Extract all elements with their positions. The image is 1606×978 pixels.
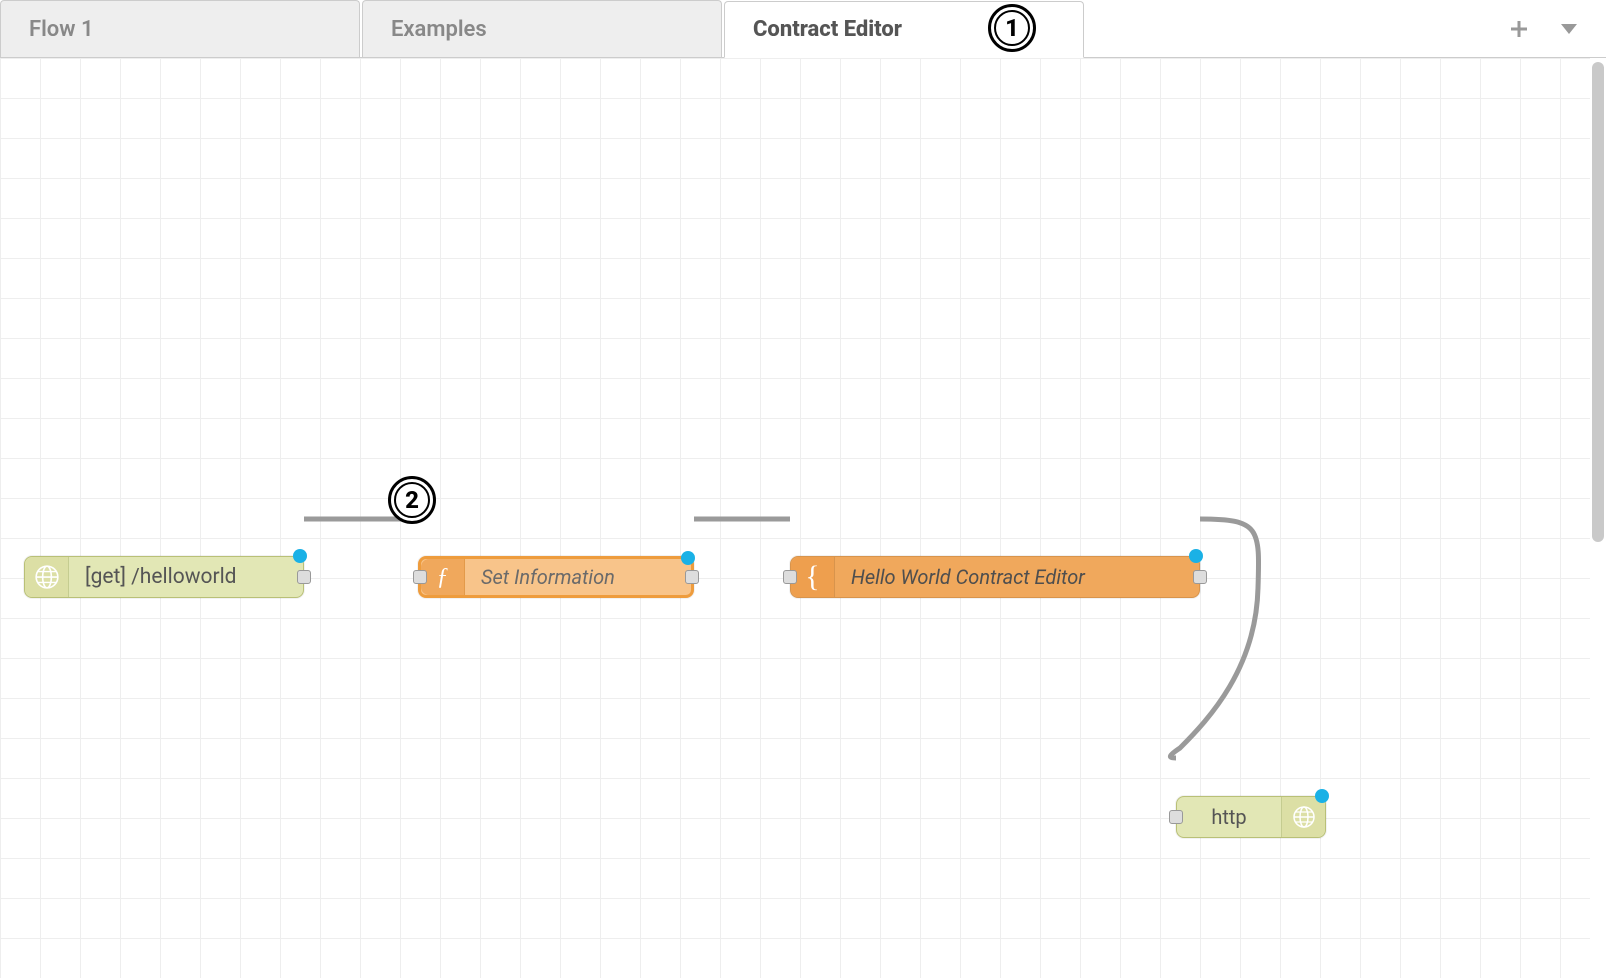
annotation-badge-1: 1 bbox=[988, 4, 1036, 52]
tab-menu-button[interactable] bbox=[1554, 14, 1584, 44]
changed-indicator bbox=[681, 551, 695, 565]
tab-label: Flow 1 bbox=[29, 17, 94, 42]
plus-icon bbox=[1510, 20, 1528, 38]
changed-indicator bbox=[1189, 549, 1203, 563]
canvas-wrap: [get] /helloworld 2 ƒ Set Information { … bbox=[0, 58, 1606, 978]
node-template-hello-world[interactable]: { Hello World Contract Editor bbox=[790, 556, 1200, 598]
app-root: Flow 1 Examples Contract Editor 1 bbox=[0, 0, 1606, 978]
node-port-in[interactable] bbox=[1169, 810, 1183, 824]
flow-canvas[interactable]: [get] /helloworld 2 ƒ Set Information { … bbox=[0, 58, 1590, 978]
scrollbar-thumb[interactable] bbox=[1592, 62, 1604, 542]
brace-icon: { bbox=[791, 557, 835, 597]
node-port-out[interactable] bbox=[297, 570, 311, 584]
node-function-set-information[interactable]: ƒ Set Information bbox=[418, 556, 694, 598]
caret-down-icon bbox=[1561, 24, 1577, 34]
node-port-out[interactable] bbox=[1193, 570, 1207, 584]
node-http-out[interactable]: http bbox=[1176, 796, 1326, 838]
changed-indicator bbox=[1315, 789, 1329, 803]
changed-indicator bbox=[293, 549, 307, 563]
node-label: Hello World Contract Editor bbox=[835, 557, 1101, 597]
annotation-badge-2: 2 bbox=[388, 476, 436, 524]
tabbar-actions bbox=[1482, 0, 1606, 57]
tab-label: Examples bbox=[391, 17, 487, 42]
function-icon: ƒ bbox=[421, 559, 465, 595]
annotation-number: 2 bbox=[405, 486, 419, 514]
tab-flow-1[interactable]: Flow 1 bbox=[0, 0, 360, 57]
tab-label: Contract Editor bbox=[753, 17, 902, 42]
node-http-in[interactable]: [get] /helloworld bbox=[24, 556, 304, 598]
wires-layer bbox=[0, 58, 1590, 978]
globe-icon bbox=[1281, 797, 1325, 837]
vertical-scrollbar[interactable] bbox=[1590, 58, 1606, 978]
node-port-in[interactable] bbox=[783, 570, 797, 584]
add-tab-button[interactable] bbox=[1504, 14, 1534, 44]
node-label: http bbox=[1177, 797, 1281, 837]
tab-examples[interactable]: Examples bbox=[362, 0, 722, 57]
wire[interactable] bbox=[1170, 519, 1258, 758]
node-port-in[interactable] bbox=[413, 570, 427, 584]
node-label: Set Information bbox=[465, 559, 631, 595]
tab-bar: Flow 1 Examples Contract Editor bbox=[0, 0, 1606, 58]
globe-icon bbox=[25, 557, 69, 597]
node-label: [get] /helloworld bbox=[69, 557, 253, 597]
node-port-out[interactable] bbox=[685, 570, 699, 584]
annotation-number: 1 bbox=[1005, 14, 1019, 42]
